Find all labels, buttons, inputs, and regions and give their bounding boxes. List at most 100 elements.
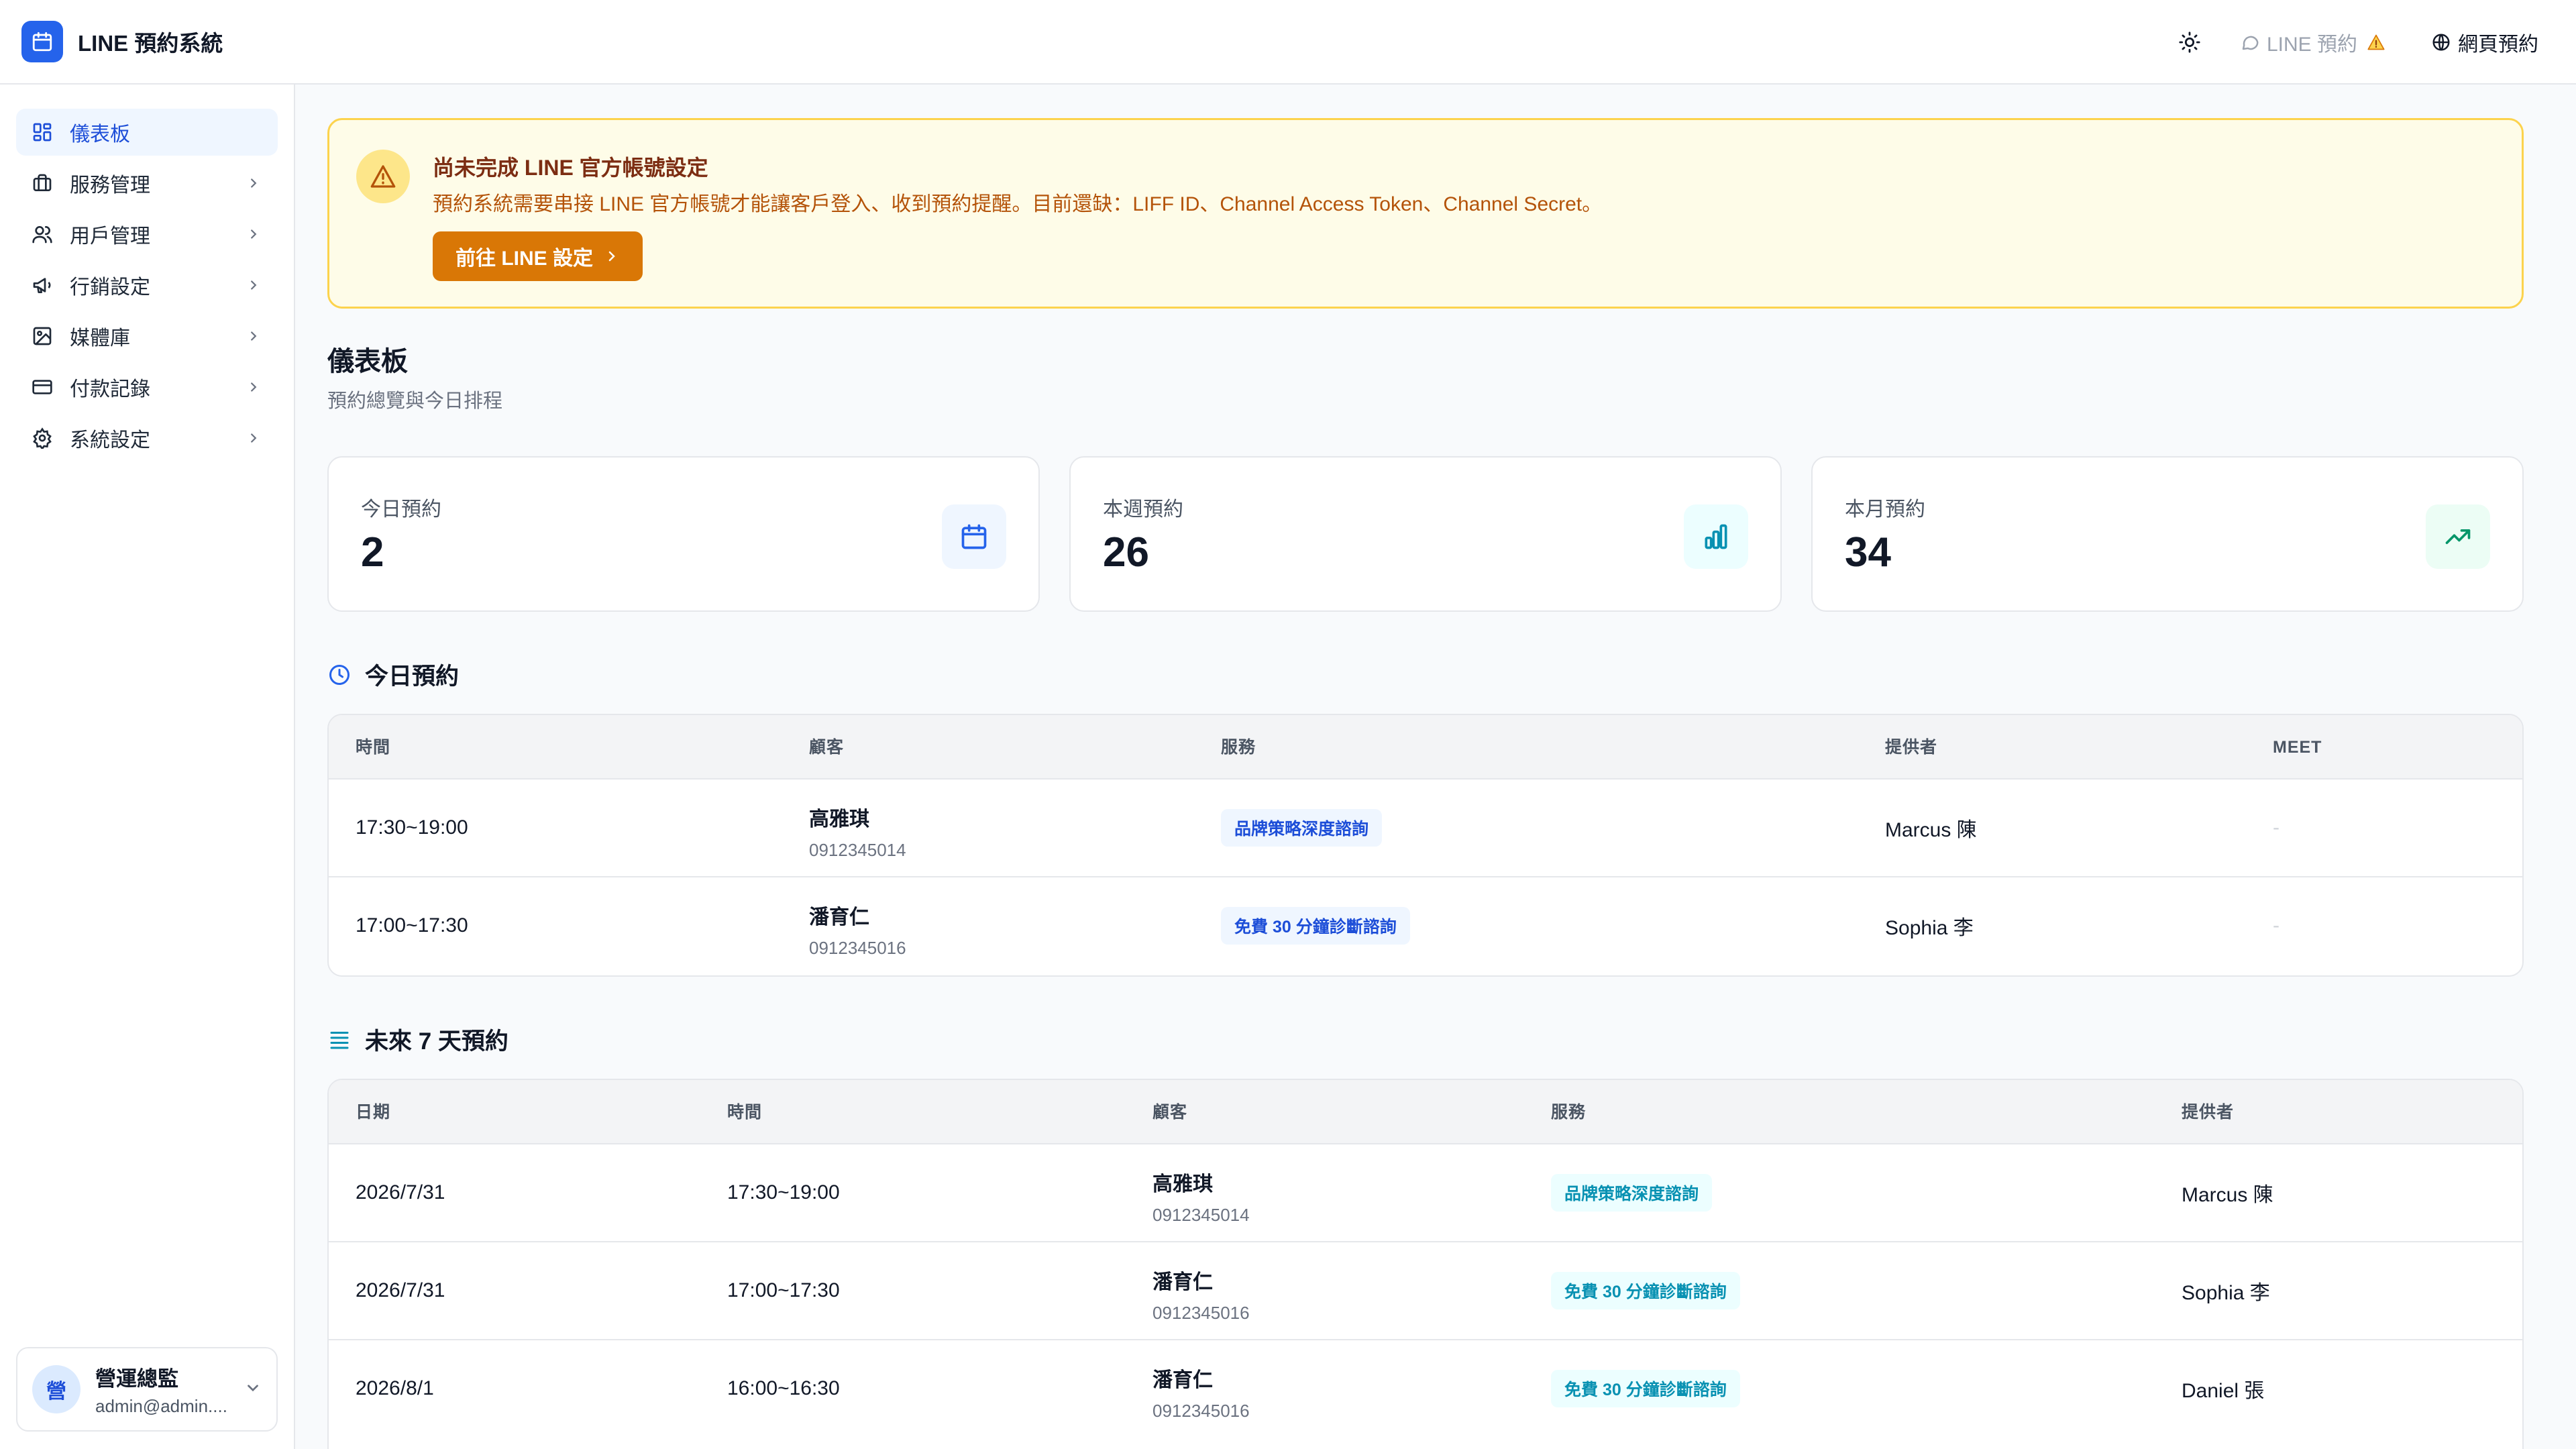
top-bar: LINE 預約系統 LINE 預約 網頁預約 xyxy=(0,0,2576,85)
table-row[interactable]: 2026/7/31 17:30~19:00 高雅琪 0912345014 品牌策… xyxy=(329,1144,2522,1242)
meet-cell: - xyxy=(2273,816,2279,839)
chevron-right-icon xyxy=(244,378,263,396)
section-title-text: 今日預約 xyxy=(365,663,460,690)
time-cell: 17:00~17:30 xyxy=(356,914,468,936)
customer-name: 高雅琪 xyxy=(809,808,869,830)
chat-bubble-icon xyxy=(2242,36,2259,50)
stat-label: 本週預約 xyxy=(1103,498,1183,521)
service-badge: 品牌策略深度諮詢 xyxy=(1551,1174,1713,1212)
today-section-title: 今日預約 xyxy=(327,657,459,692)
section-title-text: 未來 7 天預約 xyxy=(365,1028,508,1055)
stat-value: 34 xyxy=(1845,529,1891,576)
upcoming-bookings-table: 日期 時間 顧客 服務 提供者 2026/7/31 17:30~19:00 高雅… xyxy=(327,1079,2524,1449)
calendar-logo-icon xyxy=(21,21,63,62)
column-header: 日期 xyxy=(356,1103,391,1122)
web-booking-label: 網頁預約 xyxy=(2458,34,2538,56)
service-badge: 品牌策略深度諮詢 xyxy=(1221,809,1383,847)
table-row[interactable]: 17:00~17:30 潘育仁 0912345016 免費 30 分鐘診斷諮詢 … xyxy=(329,877,2522,975)
time-cell: 17:30~19:00 xyxy=(356,816,468,839)
sidebar-item-dashboard[interactable]: 儀表板 xyxy=(16,109,278,156)
chevron-right-icon xyxy=(244,174,263,193)
sidebar-item-label: 用戶管理 xyxy=(70,225,150,248)
stat-card-month: 本月預約 34 xyxy=(1811,456,2524,612)
stat-card-today: 今日預約 2 xyxy=(327,456,1040,612)
sidebar-item-users[interactable]: 用戶管理 xyxy=(16,211,278,258)
column-header: 顧客 xyxy=(809,738,845,757)
customer-phone: 0912345014 xyxy=(1152,1205,1250,1225)
brand[interactable]: LINE 預約系統 xyxy=(21,21,223,62)
provider-cell: Daniel 張 xyxy=(2182,1380,2265,1402)
chevron-down-icon xyxy=(244,1379,262,1400)
chevron-right-icon xyxy=(244,225,263,244)
time-cell: 16:00~16:30 xyxy=(727,1377,840,1399)
list-icon xyxy=(330,1031,349,1049)
alert-description: 預約系統需要串接 LINE 官方帳號才能讓客戶登入、收到預約提醒。目前還缺：LI… xyxy=(433,193,1603,215)
calendar-icon xyxy=(942,504,1006,569)
table-row[interactable]: 2026/8/1 16:00~16:30 潘育仁 0912345016 免費 3… xyxy=(329,1340,2522,1438)
bar-chart-icon xyxy=(1684,504,1748,569)
line-booking-link[interactable]: LINE 預約 xyxy=(2240,28,2392,57)
stat-card-week: 本週預約 26 xyxy=(1069,456,1782,612)
sidebar-item-label: 行銷設定 xyxy=(70,276,150,299)
customer-phone: 0912345016 xyxy=(1152,1401,1250,1421)
provider-cell: Marcus 陳 xyxy=(1885,819,1977,841)
sun-icon[interactable] xyxy=(2173,25,2206,59)
sidebar-item-media[interactable]: 媒體庫 xyxy=(16,313,278,360)
provider-cell: Sophia 李 xyxy=(1885,917,1974,939)
provider-cell: Sophia 李 xyxy=(2182,1282,2270,1304)
sidebar-item-label: 儀表板 xyxy=(70,123,130,146)
clock-icon xyxy=(329,664,350,685)
app-title: LINE 預約系統 xyxy=(78,31,223,56)
provider-cell: Marcus 陳 xyxy=(2182,1184,2273,1206)
stat-label: 本月預約 xyxy=(1845,498,1925,521)
user-menu[interactable]: 營 營運總監 admin@admin.... xyxy=(16,1347,278,1432)
customer-name: 潘育仁 xyxy=(1152,1369,1213,1391)
chevron-right-icon xyxy=(244,327,263,345)
column-header: MEET xyxy=(2273,738,2322,757)
customer-name: 高雅琪 xyxy=(1152,1173,1213,1195)
users-icon xyxy=(31,223,54,246)
sidebar-item-settings[interactable]: 系統設定 xyxy=(16,415,278,462)
customer-phone: 0912345016 xyxy=(809,938,906,958)
service-badge: 免費 30 分鐘診斷諮詢 xyxy=(1221,907,1410,945)
sidebar-item-payments[interactable]: 付款記錄 xyxy=(16,364,278,411)
warning-icon xyxy=(2367,33,2392,52)
chevron-right-icon xyxy=(608,251,615,262)
chevron-right-icon xyxy=(244,429,263,447)
image-icon xyxy=(31,325,54,347)
sidebar-nav: 儀表板 服務管理 用戶管理 行銷設定 媒體庫 付款記錄 系統設定 xyxy=(16,109,278,466)
table-row[interactable]: 2026/7/31 17:00~17:30 潘育仁 0912345016 免費 … xyxy=(329,1242,2522,1340)
customer-name: 潘育仁 xyxy=(809,906,869,928)
column-header: 顧客 xyxy=(1152,1103,1188,1122)
stat-label: 今日預約 xyxy=(361,498,441,521)
time-cell: 17:00~17:30 xyxy=(727,1279,840,1301)
sidebar-item-marketing[interactable]: 行銷設定 xyxy=(16,262,278,309)
go-line-settings-button[interactable]: 前往 LINE 設定 xyxy=(433,231,643,281)
stat-value: 26 xyxy=(1103,529,1149,576)
sidebar-item-label: 服務管理 xyxy=(70,174,150,197)
table-row[interactable]: 17:30~19:00 高雅琪 0912345014 品牌策略深度諮詢 Marc… xyxy=(329,780,2522,877)
megaphone-icon xyxy=(31,274,54,297)
page-subtitle: 預約總覽與今日排程 xyxy=(327,390,503,412)
stat-value: 2 xyxy=(361,529,384,576)
service-badge: 免費 30 分鐘診斷諮詢 xyxy=(1551,1272,1740,1309)
user-email: admin@admin.... xyxy=(95,1396,227,1416)
globe-icon xyxy=(2432,34,2450,51)
column-header: 服務 xyxy=(1221,738,1256,757)
line-setup-alert: 尚未完成 LINE 官方帳號設定 預約系統需要串接 LINE 官方帳號才能讓客戶… xyxy=(327,118,2524,309)
credit-card-icon xyxy=(31,376,54,398)
sidebar-item-services[interactable]: 服務管理 xyxy=(16,160,278,207)
table-header: 日期 時間 顧客 服務 提供者 xyxy=(329,1080,2522,1144)
customer-name: 潘育仁 xyxy=(1152,1271,1213,1293)
column-header: 提供者 xyxy=(2182,1103,2235,1122)
upcoming-section-title: 未來 7 天預約 xyxy=(327,1022,508,1057)
customer-phone: 0912345014 xyxy=(809,840,906,860)
warning-icon xyxy=(356,150,410,203)
service-badge: 免費 30 分鐘診斷諮詢 xyxy=(1551,1370,1740,1407)
trending-up-icon xyxy=(2426,504,2490,569)
today-bookings-table: 時間 顧客 服務 提供者 MEET 17:30~19:00 高雅琪 091234… xyxy=(327,714,2524,977)
briefcase-icon xyxy=(31,172,54,195)
column-header: 提供者 xyxy=(1885,738,1938,757)
sidebar-item-label: 系統設定 xyxy=(70,429,150,451)
web-booking-link[interactable]: 網頁預約 xyxy=(2431,28,2538,57)
